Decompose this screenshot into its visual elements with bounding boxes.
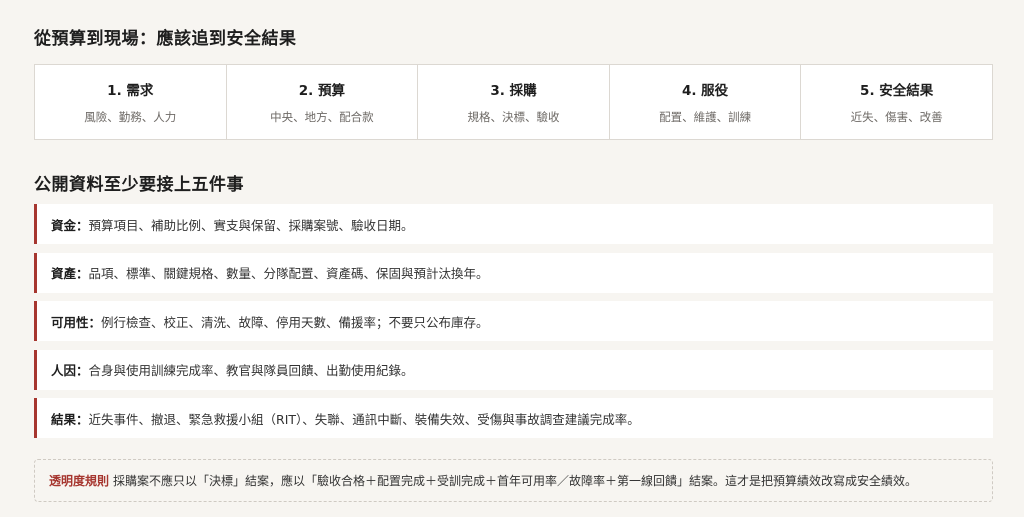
flow-step-title: 2. 預算 [298,83,345,99]
list-item-availability: 可用性：例行檢查、校正、清洗、故障、停用天數、備援率；不要只公布庫存。 [34,301,993,341]
flow-step-subtitle: 近失、傷害、改善 [850,110,943,124]
list-item-separator: ： [76,363,89,378]
list-item-separator: ： [76,411,89,427]
list-item-text: 例行檢查、校正、清洗、故障、停用天數、備援率；不要只公布庫存。 [101,314,489,330]
list-item-text: 近失事件、撤退、緊急救援小組（RIT）、失聯、通訊中斷、裝備失效、受傷與事故調查… [88,411,640,427]
list-item-funding: 資金：預算項目、補助比例、實支與保留、採購案號、驗收日期。 [34,204,993,244]
list-item-separator: ： [88,314,102,330]
list-item-label: 資金 [51,217,77,233]
flow-step-title: 1. 需求 [107,83,154,99]
requirement-list: 資金：預算項目、補助比例、實支與保留、採購案號、驗收日期。 資產：品項、標準、關… [34,204,993,447]
transparency-rule-callout: 透明度規則 採購案不應只以「決標」結案，應以「驗收合格＋配置完成＋受訓完成＋首年… [34,459,993,502]
list-item-assets: 資產：品項、標準、關鍵規格、數量、分隊配置、資產碼、保固與預計汰換年。 [34,252,993,293]
flow-step-subtitle: 規格、決標、驗收 [467,110,560,124]
flow-step-title: 4. 服役 [681,83,729,99]
flow-step-subtitle: 風險、勤務、人力 [84,110,177,124]
flow-step-procurement: 3. 採購 規格、決標、驗收 [418,65,610,139]
process-flow: 1. 需求 風險、勤務、人力 2. 預算 中央、地方、配合款 3. 採購 規格、… [34,64,993,140]
transparency-rule-label: 透明度規則 [49,474,110,488]
list-item-text: 合身與使用訓練完成率、教官與隊員回饋、出勤使用紀錄。 [88,363,414,378]
flow-step-budget: 2. 預算 中央、地方、配合款 [227,65,419,139]
list-item-text: 預算項目、補助比例、實支與保留、採購案號、驗收日期。 [88,217,414,233]
list-item-human-factors: 人因：合身與使用訓練完成率、教官與隊員回饋、出勤使用紀錄。 [34,349,993,390]
list-item-text: 品項、標準、關鍵規格、數量、分隊配置、資產碼、保固與預計汰換年。 [88,266,489,281]
flow-step-service: 4. 服役 配置、維護、訓練 [610,65,802,139]
list-item-separator: ： [76,266,89,281]
list-item-label: 資產 [51,266,77,281]
section-title-five-things: 公開資料至少要接上五件事 [34,175,244,195]
list-item-outcomes: 結果：近失事件、撤退、緊急救援小組（RIT）、失聯、通訊中斷、裝備失效、受傷與事… [34,398,993,438]
section-title-budget-to-field: 從預算到現場：應該追到安全結果 [34,29,297,49]
list-item-label: 可用性 [51,314,89,330]
list-item-label: 結果 [51,411,77,427]
flow-step-title: 5. 安全結果 [860,83,934,99]
flow-step-subtitle: 中央、地方、配合款 [270,110,374,124]
page: 從預算到現場：應該追到安全結果 1. 需求 風險、勤務、人力 2. 預算 中央、… [0,0,1024,517]
flow-step-title: 3. 採購 [490,83,537,99]
flow-step-safety-result: 5. 安全結果 近失、傷害、改善 [801,65,992,139]
list-item-label: 人因 [51,363,77,378]
flow-step-demand: 1. 需求 風險、勤務、人力 [35,65,227,139]
flow-step-subtitle: 配置、維護、訓練 [659,110,752,124]
transparency-rule-text: 採購案不應只以「決標」結案，應以「驗收合格＋配置完成＋受訓完成＋首年可用率／故障… [113,474,918,488]
list-item-separator: ： [76,217,89,233]
